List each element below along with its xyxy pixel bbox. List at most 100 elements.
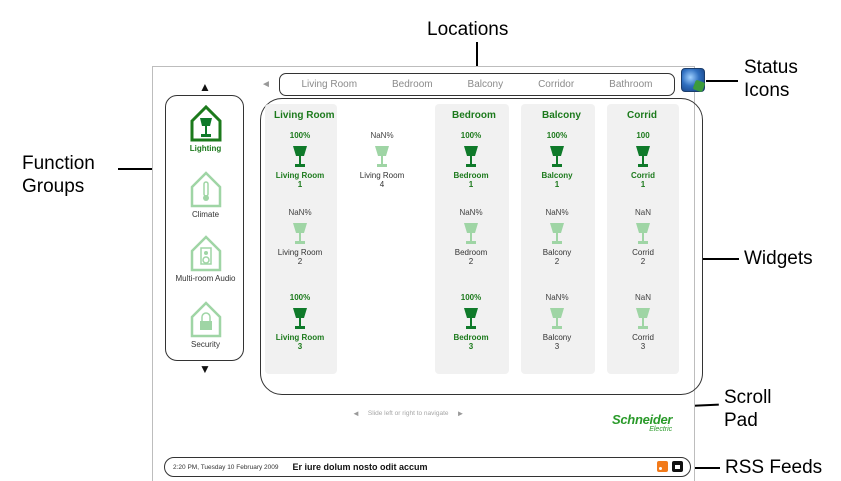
locations-prev-arrow[interactable]: ◄ <box>261 79 271 90</box>
widget-column-title-balcony: Balcony <box>542 110 581 121</box>
callout-scroll-line2: Pad <box>724 410 758 431</box>
widget-index: 3 <box>554 342 560 351</box>
callout-fg-line2: Groups <box>22 176 85 197</box>
widget-percent: NaN% <box>288 208 312 217</box>
lamp-icon <box>375 146 389 167</box>
lighting-widget[interactable]: NaN% Bedroom 2 <box>439 208 503 266</box>
widget-percent: 100 <box>636 131 650 140</box>
annotated-ui-screenshot: Locations Status Icons Function Groups W… <box>0 0 841 481</box>
status-footer-bar: 2:20 PM, Tuesday 10 February 2009 Er iur… <box>164 457 691 477</box>
widget-index: 2 <box>468 257 474 266</box>
lock-icon[interactable] <box>672 461 683 472</box>
speaker-house-icon <box>190 235 221 272</box>
widget-percent: NaN <box>634 208 651 217</box>
scroll-pad-hint: Slide left or right to navigate <box>367 410 449 417</box>
location-tab-balcony[interactable]: Balcony <box>468 79 504 90</box>
logo-main-text: Schneider <box>612 412 673 427</box>
lighting-widget[interactable]: 100 Corrid 1 <box>611 131 675 189</box>
function-groups-panel: Lighting Climate Multi-room Audio Securi… <box>165 95 244 361</box>
widget-index: 4 <box>379 180 385 189</box>
lighting-widget[interactable]: 100% Balcony 1 <box>525 131 589 189</box>
function-groups-up-arrow[interactable]: ▲ <box>199 80 211 94</box>
callout-status-line2: Icons <box>744 80 790 101</box>
widget-index: 2 <box>554 257 560 266</box>
function-group-multi-room-audio[interactable]: Multi-room Audio <box>166 234 245 283</box>
widget-name: Corrid <box>632 248 654 257</box>
widget-name: Balcony <box>542 333 572 342</box>
widget-name: Living Room <box>277 248 323 257</box>
widget-index: 2 <box>640 257 646 266</box>
lamp-icon <box>636 223 650 244</box>
lamp-icon <box>464 223 478 244</box>
lamp-icon <box>550 223 564 244</box>
location-tab-bathroom[interactable]: Bathroom <box>609 79 652 90</box>
lighting-widget[interactable]: 100% Bedroom 1 <box>439 131 503 189</box>
function-group-lighting[interactable]: Lighting <box>166 104 245 153</box>
widget-percent: NaN% <box>545 293 569 302</box>
widget-index: 1 <box>297 180 303 189</box>
lock-house-icon <box>190 301 221 338</box>
widget-name: Balcony <box>542 248 572 257</box>
rss-icon[interactable] <box>657 461 668 472</box>
lamp-icon <box>464 308 478 329</box>
function-group-label-climate: Climate <box>191 210 220 219</box>
widget-percent: 100% <box>460 131 482 140</box>
widget-name: Corrid <box>632 333 654 342</box>
lighting-widget[interactable]: NaN% Balcony 2 <box>525 208 589 266</box>
lamp-icon <box>550 308 564 329</box>
widget-percent: NaN <box>634 293 651 302</box>
rss-news-ticker[interactable]: Er iure dolum nosto odit accum <box>293 462 428 472</box>
widget-name: Bedroom <box>454 248 488 257</box>
lighting-widget[interactable]: NaN% Balcony 3 <box>525 293 589 351</box>
lighting-widget[interactable]: NaN Corrid 3 <box>611 293 675 351</box>
lamp-icon <box>464 146 478 167</box>
callout-fg-line1: Function <box>22 153 95 174</box>
globe-icon[interactable] <box>681 68 705 92</box>
footer-datetime: 2:20 PM, Tuesday 10 February 2009 <box>173 463 279 471</box>
widget-name: Bedroom <box>453 171 489 180</box>
callout-status-line1: Status <box>744 57 798 78</box>
lamp-house-icon <box>190 104 221 142</box>
function-group-security[interactable]: Security <box>166 300 245 349</box>
widget-index: 1 <box>640 180 646 189</box>
location-tab-bedroom[interactable]: Bedroom <box>392 79 433 90</box>
widget-percent: 100% <box>289 131 311 140</box>
lighting-widget[interactable]: 100% Bedroom 3 <box>439 293 503 351</box>
callout-line-widgets <box>703 258 739 260</box>
widget-column-title-living-room: Living Room <box>274 110 335 121</box>
widget-column-title-bedroom: Bedroom <box>452 110 496 121</box>
lighting-widget[interactable]: NaN% Living Room 4 <box>350 131 414 189</box>
widget-index: 1 <box>468 180 474 189</box>
lamp-icon <box>550 146 564 167</box>
function-group-climate[interactable]: Climate <box>166 170 245 219</box>
lamp-icon <box>293 223 307 244</box>
lighting-widget[interactable]: NaN% Living Room 2 <box>268 208 332 266</box>
widget-name: Balcony <box>541 171 573 180</box>
function-group-label-lighting: Lighting <box>189 144 222 153</box>
scroll-left-arrow[interactable]: ◄ <box>352 409 360 418</box>
widget-percent: NaN% <box>459 208 483 217</box>
callout-function-groups: Function Groups <box>22 152 95 198</box>
function-groups-down-arrow[interactable]: ▼ <box>199 362 211 376</box>
lighting-widget[interactable]: NaN Corrid 2 <box>611 208 675 266</box>
widget-index: 2 <box>297 257 303 266</box>
widget-index: 3 <box>297 342 303 351</box>
callout-scroll-line1: Scroll <box>724 387 772 408</box>
lamp-icon <box>293 146 307 167</box>
widget-percent: 100% <box>460 293 482 302</box>
callout-scroll-pad: Scroll Pad <box>724 386 772 432</box>
widget-name: Living Room <box>275 333 325 342</box>
widget-name: Living Room <box>275 171 325 180</box>
location-tab-living-room[interactable]: Living Room <box>301 79 357 90</box>
scroll-right-arrow[interactable]: ► <box>457 409 465 418</box>
widget-index: 3 <box>640 342 646 351</box>
lighting-widget[interactable]: 100% Living Room 3 <box>268 293 332 351</box>
lighting-widget[interactable]: 100% Living Room 1 <box>268 131 332 189</box>
widget-name: Bedroom <box>453 333 489 342</box>
callout-line-status <box>706 80 738 82</box>
widget-index: 3 <box>468 342 474 351</box>
lamp-icon <box>636 308 650 329</box>
callout-widgets: Widgets <box>744 248 813 269</box>
scroll-pad[interactable]: ◄ Slide left or right to navigate ► <box>352 409 502 418</box>
location-tab-corridor[interactable]: Corridor <box>538 79 574 90</box>
